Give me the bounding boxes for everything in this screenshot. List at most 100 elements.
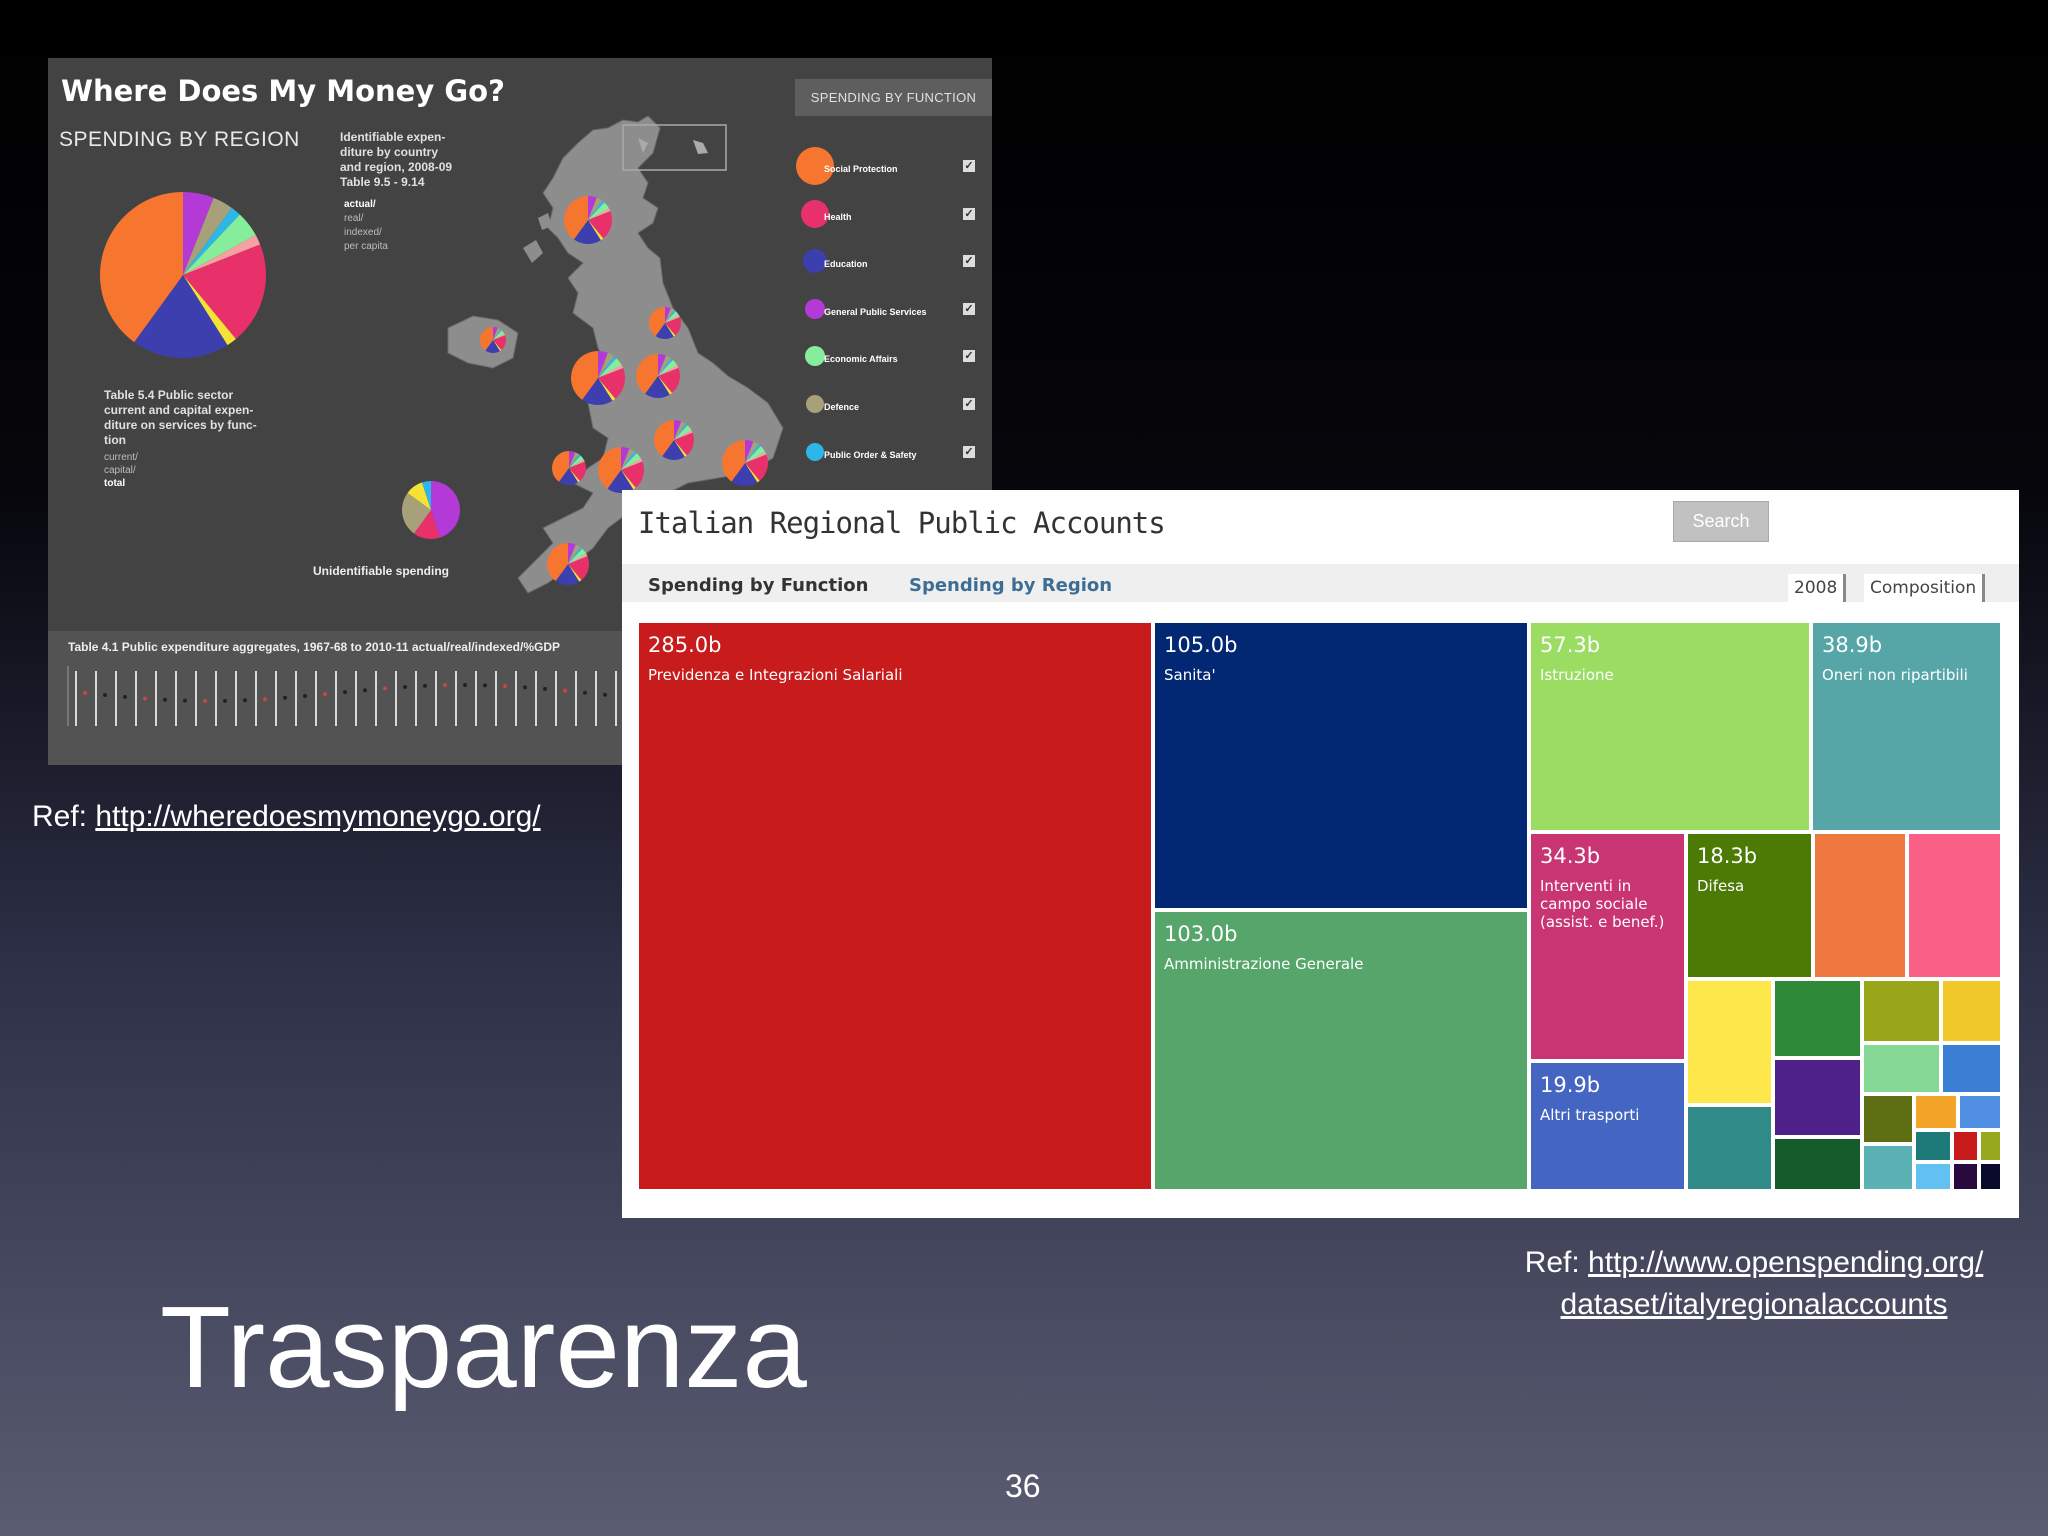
treemap-cell-small[interactable] xyxy=(1979,1130,2002,1162)
legend-item-education[interactable]: Education ✓ xyxy=(793,243,992,291)
treemap-cell-istruzione[interactable]: 57.3b Istruzione xyxy=(1529,621,1811,832)
treemap-cell-small[interactable] xyxy=(1914,1162,1952,1191)
cell-amount: 38.9b xyxy=(1822,633,1883,657)
cell-label: Interventi in campo sociale (assist. e b… xyxy=(1540,877,1665,931)
treemap-cell-previdenza[interactable]: 285.0b Previdenza e Integrazioni Salaria… xyxy=(637,621,1153,1191)
slide-title: Trasparenza xyxy=(160,1282,807,1412)
timeline-dot xyxy=(83,691,87,695)
ref2-line1: Ref: http://www.openspending.org/ xyxy=(1468,1242,2040,1284)
treemap-cell-amministrazione[interactable]: 103.0b Amministrazione Generale xyxy=(1153,910,1529,1191)
unidentifiable-spending-label: Unidentifiable spending xyxy=(313,564,450,578)
checkbox-icon[interactable]: ✓ xyxy=(963,350,975,363)
table2-note-line: tion xyxy=(104,433,126,447)
checkbox-icon[interactable]: ✓ xyxy=(963,255,975,268)
legend-item-public-order-safety[interactable]: Public Order & Safety ✓ xyxy=(793,434,992,482)
map-pie xyxy=(598,447,644,493)
map-pie xyxy=(547,543,590,586)
legend-item-social-protection[interactable]: Social Protection ✓ xyxy=(793,147,992,196)
map-pie xyxy=(571,351,625,405)
checkbox-icon[interactable]: ✓ xyxy=(963,397,975,410)
treemap-cell-small[interactable] xyxy=(1686,1105,1773,1191)
treemap-cell-small[interactable] xyxy=(1979,1162,2002,1191)
table-note-line: Identifiable expen- xyxy=(340,130,446,144)
treemap-cell-small[interactable] xyxy=(1941,1043,2002,1094)
tab-spending-by-function[interactable]: Spending by Function xyxy=(648,575,868,596)
search-button[interactable]: Search xyxy=(1673,501,1769,542)
table2-note-line: diture on services by func- xyxy=(104,418,257,432)
cell-label: Difesa xyxy=(1697,877,1745,895)
tab-spending-by-region[interactable]: Spending by Region xyxy=(909,575,1112,596)
treemap-cell-small[interactable] xyxy=(1773,1137,1862,1191)
table-note: Identifiable expen- diture by country an… xyxy=(340,130,480,190)
ref-link-openspending[interactable]: http://www.openspending.org/ xyxy=(1588,1246,1983,1279)
legend-item-health[interactable]: Health ✓ xyxy=(793,196,992,244)
legend-label: Education xyxy=(824,259,868,270)
year-selector[interactable]: 2008 xyxy=(1788,574,1847,602)
checkbox-icon[interactable]: ✓ xyxy=(963,302,975,315)
wdmmg-title: Where Does My Money Go? xyxy=(61,74,505,108)
treemap-cell-small[interactable] xyxy=(1813,832,1907,979)
timeline-dot xyxy=(343,690,347,695)
timeline-dot xyxy=(483,683,487,688)
legend-dot xyxy=(805,346,825,367)
table-note-line: diture by country xyxy=(340,145,439,159)
legend-item-general-public-services[interactable]: General Public Services ✓ xyxy=(793,291,992,339)
option-total[interactable]: total xyxy=(104,477,138,490)
ref2-line2: dataset/italyregionalaccounts xyxy=(1468,1284,2040,1326)
table2-note-line: current and capital expen- xyxy=(104,403,254,417)
spending-treemap: 285.0b Previdenza e Integrazioni Salaria… xyxy=(637,621,2002,1191)
timeline-dot xyxy=(503,684,507,689)
treemap-cell-small[interactable] xyxy=(1773,979,1862,1058)
table2-options: current/ capital/ total xyxy=(104,451,138,490)
map-pie xyxy=(564,196,612,245)
timeline-options[interactable]: actual/real/indexed/%GDP xyxy=(412,640,560,654)
treemap-cell-small[interactable] xyxy=(1941,979,2002,1043)
option-capital[interactable]: capital/ xyxy=(104,464,138,477)
timeline-dot xyxy=(603,692,607,697)
option-actual[interactable]: actual/ xyxy=(344,198,388,212)
option-indexed[interactable]: indexed/ xyxy=(344,226,388,240)
timeline-dot xyxy=(363,688,367,693)
checkbox-icon[interactable]: ✓ xyxy=(963,207,975,220)
treemap-cell-sanita[interactable]: 105.0b Sanita' xyxy=(1153,621,1529,910)
view-selector[interactable]: Composition xyxy=(1864,574,1986,602)
treemap-cell-small[interactable] xyxy=(1773,1058,1862,1137)
option-current[interactable]: current/ xyxy=(104,451,138,464)
treemap-cell-small[interactable] xyxy=(1914,1094,1958,1130)
legend-dot xyxy=(806,394,824,413)
cell-label: Amministrazione Generale xyxy=(1164,955,1364,973)
map-pie xyxy=(654,420,694,461)
ref-link-openspending-path[interactable]: dataset/italyregionalaccounts xyxy=(1561,1288,1948,1321)
legend-item-defence[interactable]: Defence ✓ xyxy=(793,386,992,434)
treemap-cell-oneri[interactable]: 38.9b Oneri non ripartibili xyxy=(1811,621,2002,832)
treemap-cell-interventi-sociali[interactable]: 34.3b Interventi in campo sociale (assis… xyxy=(1529,832,1686,1061)
treemap-cell-small[interactable] xyxy=(1952,1162,1979,1191)
treemap-cell-small[interactable] xyxy=(1862,1094,1914,1144)
legend-label: Economic Affairs xyxy=(824,354,898,365)
option-real[interactable]: real/ xyxy=(344,212,388,226)
treemap-cell-small[interactable] xyxy=(1907,832,2002,979)
region-pie-chart xyxy=(100,192,266,358)
treemap-cell-small[interactable] xyxy=(1958,1094,2002,1130)
timeline-dot xyxy=(263,697,267,702)
checkbox-icon[interactable]: ✓ xyxy=(963,445,975,458)
treemap-cell-difesa[interactable]: 18.3b Difesa xyxy=(1686,832,1813,979)
treemap-cell-small[interactable] xyxy=(1686,979,1773,1105)
ref-link-wdmmg[interactable]: http://wheredoesmymoneygo.org/ xyxy=(95,800,540,833)
treemap-cell-altri-trasporti[interactable]: 19.9b Altri trasporti xyxy=(1529,1061,1686,1191)
treemap-cell-small[interactable] xyxy=(1862,1144,1914,1191)
map-pie xyxy=(480,327,506,353)
spending-by-function-tab[interactable]: SPENDING BY FUNCTION xyxy=(795,79,992,116)
unidentifiable-pie-shape xyxy=(401,480,461,539)
treemap-cell-small[interactable] xyxy=(1862,1043,1941,1094)
option-per-capita[interactable]: per capita xyxy=(344,240,388,254)
table-note-line: and region, 2008-09 xyxy=(340,160,453,174)
treemap-cell-small[interactable] xyxy=(1952,1130,1979,1162)
treemap-cell-small[interactable] xyxy=(1862,979,1941,1043)
legend-dot xyxy=(806,442,824,461)
legend-label: Health xyxy=(824,211,852,222)
legend-item-economic-affairs[interactable]: Economic Affairs ✓ xyxy=(793,338,992,386)
table2-note-line: Table 5.4 Public sector xyxy=(104,388,234,402)
treemap-cell-small[interactable] xyxy=(1914,1130,1952,1162)
checkbox-icon[interactable]: ✓ xyxy=(963,160,975,172)
